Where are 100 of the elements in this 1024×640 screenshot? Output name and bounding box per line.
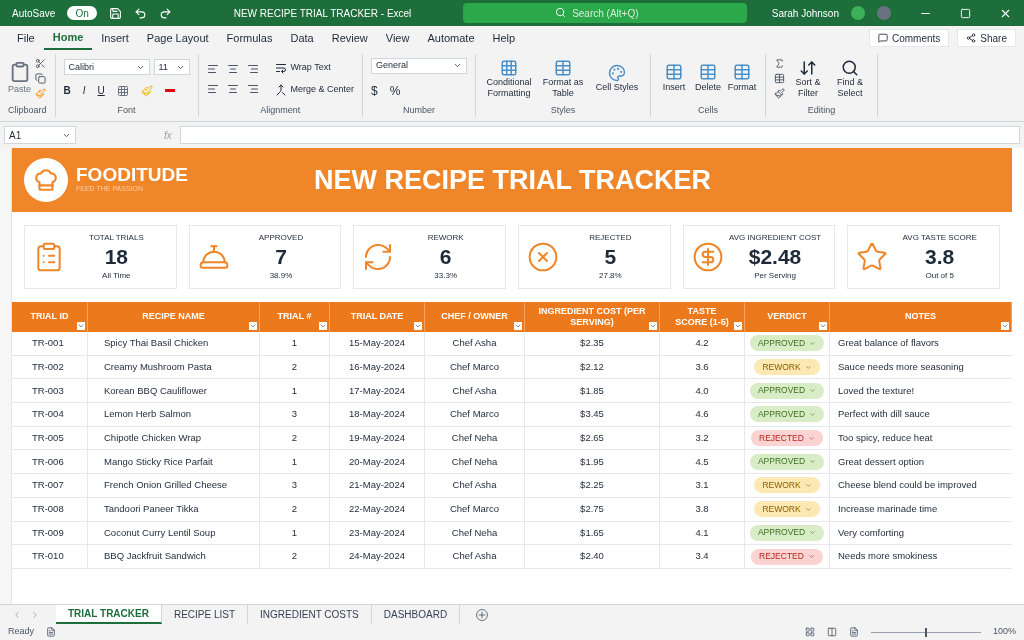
number-format-field[interactable]: General <box>371 57 468 74</box>
ribbon-button[interactable]: Format <box>727 63 758 95</box>
star-icon <box>856 241 889 273</box>
wrap-text-button[interactable]: Wrap Text <box>274 61 355 75</box>
ribbon-button[interactable]: Conditional Formatting <box>484 58 535 99</box>
sheet-tab[interactable]: TRIAL TRACKER <box>56 605 162 624</box>
zoom-slider-thumb[interactable] <box>924 627 927 637</box>
verdict-badge[interactable]: APPROVED <box>749 524 825 541</box>
menu-tab[interactable]: Data <box>281 26 323 50</box>
menu-tab[interactable]: Review <box>322 26 377 50</box>
filter-dropdown-icon[interactable] <box>649 322 657 330</box>
table-cell: TR-008 <box>12 497 88 521</box>
maximize-icon[interactable] <box>960 7 971 19</box>
filter-dropdown-icon[interactable] <box>319 322 327 330</box>
filter-dropdown-icon[interactable] <box>819 322 827 330</box>
menu-tab[interactable]: View <box>376 26 419 50</box>
filter-dropdown-icon[interactable] <box>734 322 742 330</box>
cell-icon <box>733 63 752 81</box>
filter-dropdown-icon[interactable] <box>77 322 85 330</box>
table-cell: 21-May-2024 <box>330 474 425 497</box>
table-cell-text: Great balance of flavors <box>837 336 940 351</box>
align-right-icon[interactable] <box>246 82 259 95</box>
verdict-badge[interactable]: APPROVED <box>749 406 825 423</box>
cut-icon[interactable] <box>35 58 46 70</box>
undo-icon[interactable] <box>133 6 147 20</box>
ribbon-button[interactable]: Find & Select <box>831 58 870 99</box>
menu-tab[interactable]: Page Layout <box>137 26 218 50</box>
font-color-icon[interactable] <box>164 89 175 93</box>
table-cell: TR-009 <box>12 521 88 545</box>
ribbon-button[interactable]: Insert <box>659 63 690 95</box>
align-middle-icon[interactable] <box>226 62 239 75</box>
name-box[interactable]: A1 <box>4 126 76 144</box>
filter-dropdown-icon[interactable] <box>414 322 422 330</box>
avatar[interactable] <box>851 6 865 20</box>
verdict-badge[interactable]: REWORK <box>754 477 820 494</box>
menu-tab[interactable]: File <box>8 26 44 50</box>
page-break-icon[interactable] <box>848 627 859 637</box>
copy-icon[interactable] <box>35 73 46 85</box>
table-cell: TR-001 <box>12 332 88 355</box>
sum-icon[interactable] <box>774 58 786 70</box>
search-field[interactable]: Search (Alt+Q) <box>463 3 748 23</box>
table-cell: BBQ Jackfruit Sandwich <box>88 545 260 568</box>
menu-tab[interactable]: Help <box>483 26 525 50</box>
fill-icon[interactable] <box>774 73 786 85</box>
align-left-icon[interactable] <box>206 82 219 95</box>
ribbon-button[interactable]: Sort & Filter <box>789 58 828 99</box>
autosave-toggle[interactable]: On <box>67 6 97 20</box>
redo-icon[interactable] <box>158 6 172 20</box>
fill-color-icon[interactable] <box>140 84 153 97</box>
menu-tab[interactable]: Insert <box>92 26 138 50</box>
search-icon <box>841 58 860 77</box>
kpi-value: 18 <box>104 243 128 270</box>
verdict-badge[interactable]: REWORK <box>754 359 820 376</box>
number-format-button[interactable]: % <box>389 81 401 100</box>
formula-field[interactable] <box>179 126 1020 144</box>
table-cell: TR-010 <box>12 545 88 568</box>
filter-dropdown-icon[interactable] <box>514 322 522 330</box>
ribbon-group-label: Styles <box>549 103 577 117</box>
verdict-badge[interactable]: APPROVED <box>749 453 825 470</box>
font-size-field[interactable]: 11 <box>153 59 190 76</box>
save-icon[interactable] <box>108 6 122 20</box>
verdict-badge[interactable]: REJECTED <box>751 548 823 565</box>
share-button[interactable]: Share <box>957 29 1016 47</box>
verdict-badge[interactable]: APPROVED <box>749 335 825 352</box>
kpi-note: All Time <box>102 270 131 283</box>
table-cell: 2 <box>260 426 330 450</box>
table-cell: Creamy Mushroom Pasta <box>88 355 260 379</box>
menu-tab[interactable]: Formulas <box>217 26 282 50</box>
comments-button[interactable]: Comments <box>868 29 950 47</box>
table-cell-text: Very comforting <box>837 525 905 540</box>
merge-center-button[interactable]: Merge & Center <box>274 82 355 97</box>
page-layout-icon[interactable] <box>826 627 837 637</box>
ribbon-button[interactable]: Cell Styles <box>592 64 643 94</box>
align-bottom-icon[interactable] <box>246 62 259 75</box>
table-cell: Chipotle Chicken Wrap <box>88 426 260 450</box>
table-cell: $2.35 <box>525 332 660 355</box>
column-header: INGREDIENT COST (PER SERVING) <box>525 302 660 332</box>
table-cell: 2 <box>260 545 330 568</box>
italic-button[interactable]: I <box>82 83 86 99</box>
normal-view-icon[interactable] <box>804 627 815 637</box>
font-name-field[interactable]: Calibri <box>63 59 150 76</box>
align-top-icon[interactable] <box>206 62 219 75</box>
ribbon-button[interactable]: Delete <box>693 63 724 95</box>
filter-dropdown-icon[interactable] <box>1001 322 1009 330</box>
bold-button[interactable]: B <box>63 83 71 99</box>
menu-tab[interactable]: Automate <box>418 26 484 50</box>
number-format-button[interactable]: $ <box>371 81 378 100</box>
table-cell: $1.65 <box>525 521 660 545</box>
verdict-badge[interactable]: APPROVED <box>749 382 825 399</box>
ribbon-button[interactable]: Format as Table <box>538 58 589 99</box>
verdict-badge[interactable]: REWORK <box>754 501 820 518</box>
verdict-badge[interactable]: REJECTED <box>751 430 823 447</box>
table-cell: TR-002 <box>12 355 88 379</box>
underline-button[interactable]: U <box>97 83 105 99</box>
paste-button[interactable]: Paste <box>8 61 31 97</box>
filter-dropdown-icon[interactable] <box>249 322 257 330</box>
align-center-icon[interactable] <box>226 82 239 95</box>
borders-icon[interactable] <box>116 84 129 97</box>
kpi-value: 6 <box>439 243 452 270</box>
chevron-down-icon <box>804 505 812 513</box>
